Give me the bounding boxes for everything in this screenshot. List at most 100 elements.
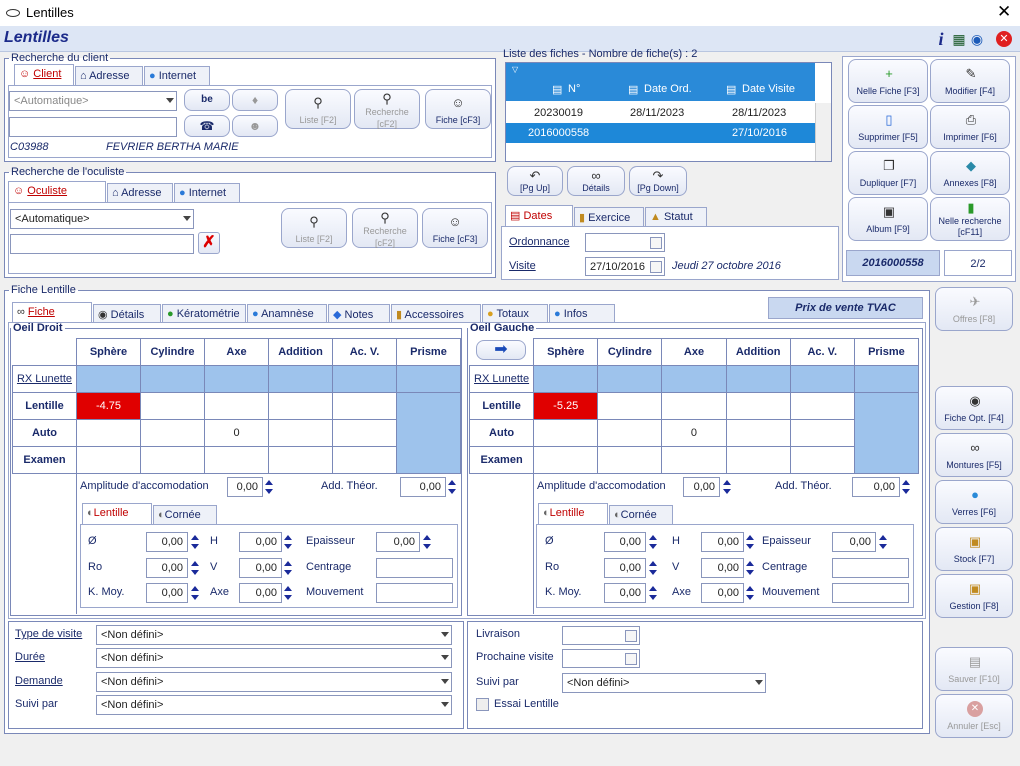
- offres-button[interactable]: ✈ Offres [F8]: [935, 287, 1013, 331]
- left-auto-axe[interactable]: 0: [661, 419, 727, 447]
- calendar-icon[interactable]: [625, 653, 637, 665]
- modify-button[interactable]: ✎ Modifier [F4]: [930, 59, 1010, 103]
- right-kmoy-spinner[interactable]: 0,00: [146, 583, 202, 603]
- close-icon[interactable]: ✕: [997, 2, 1011, 22]
- table-row[interactable]: 20230019 28/11/2023 28/11/2023: [506, 103, 815, 123]
- client-search-input[interactable]: [9, 117, 177, 137]
- annuler-button[interactable]: ✕ Annuler [Esc]: [935, 694, 1013, 738]
- col-date-visite[interactable]: Date Visite: [742, 83, 795, 95]
- calendar-icon[interactable]: [650, 261, 662, 273]
- tab-totaux[interactable]: ● Totaux: [482, 304, 548, 323]
- oculist-recherche-button[interactable]: ⚲ Recherche [cF2]: [352, 208, 418, 248]
- type-visite-combo[interactable]: <Non défini>: [96, 625, 452, 645]
- tab-oculist-internet[interactable]: ● Internet: [174, 183, 240, 202]
- right-axe-spinner[interactable]: 0,00: [239, 583, 295, 603]
- left-axe-spinner[interactable]: 0,00: [701, 583, 757, 603]
- tab-dates[interactable]: ▤ Dates: [505, 205, 573, 226]
- new-fiche-button[interactable]: + Nelle Fiche [F3]: [848, 59, 928, 103]
- right-tab-lentille[interactable]: ◐Lentille: [82, 503, 152, 524]
- fiche-opt-button[interactable]: ◉ Fiche Opt. [F4]: [935, 386, 1013, 430]
- tab-oculist-address[interactable]: ⌂ Adresse: [107, 183, 173, 202]
- pgdown-button[interactable]: ↷ [Pg Down]: [629, 166, 687, 196]
- left-v-spinner[interactable]: 0,00: [701, 558, 757, 578]
- right-epaisseur-spinner[interactable]: 0,00: [376, 532, 434, 552]
- contacts-button[interactable]: ☻: [232, 115, 278, 137]
- right-h-spinner[interactable]: 0,00: [239, 532, 295, 552]
- be-button[interactable]: be: [184, 89, 230, 111]
- right-diam-spinner[interactable]: 0,00: [146, 532, 202, 552]
- visite-label[interactable]: Visite: [509, 260, 536, 272]
- album-button[interactable]: ▣ Album [F9]: [848, 197, 928, 241]
- tab-notes[interactable]: ◆ Notes: [328, 304, 390, 323]
- left-lentille-sphere[interactable]: -5.25: [533, 392, 599, 420]
- visite-date-input[interactable]: 27/10/2016: [585, 257, 665, 276]
- tab-keratometrie[interactable]: ● Kératométrie: [162, 304, 246, 323]
- suivi-par-2-combo[interactable]: <Non défini>: [562, 673, 766, 693]
- left-amplitude-spinner[interactable]: 0,00: [683, 477, 733, 497]
- client-liste-button[interactable]: ⚲ Liste [F2]: [285, 89, 351, 129]
- left-centrage-input[interactable]: [832, 558, 909, 578]
- tab-oculist[interactable]: ☺ Oculiste: [8, 181, 106, 202]
- help-icon[interactable]: ◉: [968, 30, 986, 48]
- left-tab-lentille[interactable]: ◐Lentille: [538, 503, 608, 524]
- tab-internet[interactable]: ● Internet: [144, 66, 210, 85]
- info-icon[interactable]: i: [932, 30, 950, 48]
- right-ro-spinner[interactable]: 0,00: [146, 558, 202, 578]
- calendar-icon[interactable]: [625, 630, 637, 642]
- right-v-spinner[interactable]: 0,00: [239, 558, 295, 578]
- delete-button[interactable]: ▯ Supprimer [F5]: [848, 105, 928, 149]
- client-fiche-button[interactable]: ☺ Fiche [cF3]: [425, 89, 491, 129]
- tab-details[interactable]: ◉ Détails: [93, 304, 161, 323]
- left-ro-spinner[interactable]: 0,00: [604, 558, 660, 578]
- table-row-selected[interactable]: 2016000558 27/10/2016: [506, 123, 815, 143]
- oculist-search-input[interactable]: [10, 234, 194, 254]
- suivi-par-combo[interactable]: <Non défini>: [96, 695, 452, 715]
- details-button[interactable]: ∞ Détails: [567, 166, 625, 196]
- right-add-theor-spinner[interactable]: 0,00: [400, 477, 458, 497]
- tab-fiche[interactable]: ∞ Fiche: [12, 302, 92, 323]
- demande-combo[interactable]: <Non défini>: [96, 672, 452, 692]
- gestion-button[interactable]: ▣ Gestion [F8]: [935, 574, 1013, 618]
- tab-address[interactable]: ⌂ Adresse: [75, 66, 143, 85]
- right-amplitude-spinner[interactable]: 0,00: [227, 477, 275, 497]
- left-kmoy-spinner[interactable]: 0,00: [604, 583, 660, 603]
- fiches-list[interactable]: ▽ ▤ N° ▤ Date Ord. ▤ Date Visite 2023001…: [505, 62, 832, 162]
- tab-accessoires[interactable]: ▮ Accessoires: [391, 304, 481, 323]
- right-mouvement-input[interactable]: [376, 583, 453, 603]
- left-h-spinner[interactable]: 0,00: [701, 532, 757, 552]
- left-epaisseur-spinner[interactable]: 0,00: [832, 532, 890, 552]
- client-recherche-button[interactable]: ⚲ Recherche [cF2]: [354, 89, 420, 129]
- prochaine-visite-date-input[interactable]: [562, 649, 640, 668]
- tab-anamnese[interactable]: ● Anamnèse: [247, 304, 327, 323]
- pgup-button[interactable]: ↶ [Pg Up]: [507, 166, 563, 196]
- duplicate-button[interactable]: ❐ Dupliquer [F7]: [848, 151, 928, 195]
- clear-oculist-button[interactable]: ✗: [198, 232, 220, 254]
- list-scrollbar[interactable]: [815, 103, 831, 161]
- oculist-fiche-button[interactable]: ☺ Fiche [cF3]: [422, 208, 488, 248]
- left-mouvement-input[interactable]: [832, 583, 909, 603]
- print-button[interactable]: ⎙ Imprimer [F6]: [930, 105, 1010, 149]
- livraison-date-input[interactable]: [562, 626, 640, 645]
- new-search-button[interactable]: ▮ Nelle recherche [cF11]: [930, 197, 1010, 241]
- tab-exercice[interactable]: ▮ Exercice: [574, 207, 644, 226]
- sauver-button[interactable]: ▤ Sauver [F10]: [935, 647, 1013, 691]
- calendar-icon[interactable]: [650, 237, 662, 249]
- oculist-liste-button[interactable]: ⚲ Liste [F2]: [281, 208, 347, 248]
- rx-lunette-link[interactable]: RX Lunette: [12, 365, 77, 393]
- tab-infos[interactable]: ● Infos: [549, 304, 615, 323]
- montures-button[interactable]: ∞ Montures [F5]: [935, 433, 1013, 477]
- ordonnance-label[interactable]: Ordonnance: [509, 236, 570, 248]
- right-auto-axe[interactable]: 0: [204, 419, 269, 447]
- right-centrage-input[interactable]: [376, 558, 453, 578]
- type-visite-label[interactable]: Type de visite: [15, 628, 82, 640]
- phone-button[interactable]: ☎: [184, 115, 230, 137]
- locate-button[interactable]: ♦: [232, 89, 278, 111]
- right-tab-cornee[interactable]: ◐Cornée: [153, 505, 217, 524]
- essai-lentille-checkbox[interactable]: [476, 698, 489, 711]
- annexes-button[interactable]: ◆ Annexes [F8]: [930, 151, 1010, 195]
- left-diam-spinner[interactable]: 0,00: [604, 532, 660, 552]
- stock-button[interactable]: ▣ Stock [F7]: [935, 527, 1013, 571]
- duree-label[interactable]: Durée: [15, 651, 45, 663]
- right-lentille-sphere[interactable]: -4.75: [76, 392, 141, 420]
- exit-icon[interactable]: ✕: [996, 31, 1012, 47]
